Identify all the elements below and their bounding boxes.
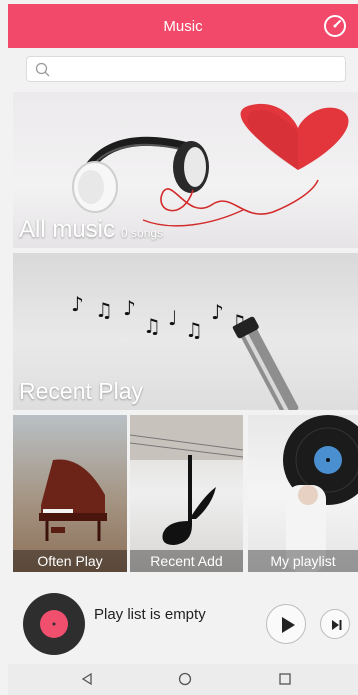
svg-text:♪: ♪ [71,292,84,316]
vinyl-image [283,415,358,572]
my-playlist-tile[interactable]: My playlist [248,415,358,572]
next-icon [332,620,342,630]
often-play-tile[interactable]: Often Play [13,415,127,572]
recent-play-tile[interactable]: ♪ ♫ ♪ ♫ ♩ ♫ ♪ ♫ Recent Play [13,253,358,410]
search-icon [35,62,50,77]
player-status: Play list is empty [94,606,206,623]
play-icon [282,617,295,633]
page-title: Music [163,17,203,35]
svg-text:♩: ♩ [168,306,177,330]
song-count: 0 songs [121,226,164,240]
often-play-label: Often Play [13,550,127,572]
album-disc-icon [23,593,85,655]
search-area [8,48,358,90]
svg-text:♪: ♪ [211,300,224,324]
search-input[interactable] [26,56,346,82]
mini-player: Play list is empty [8,575,358,663]
recent-add-label: Recent Add [130,550,243,572]
timer-icon[interactable] [322,13,348,39]
svg-text:♫: ♫ [143,314,161,338]
system-nav-bar [8,664,358,695]
back-icon[interactable] [80,672,94,686]
recent-add-tile[interactable]: Recent Add [130,415,243,572]
all-music-label: All music 0 songs [19,216,164,243]
my-playlist-label: My playlist [248,550,358,572]
svg-text:♪: ♪ [123,296,136,320]
svg-text:♫: ♫ [95,298,113,322]
recents-icon[interactable] [278,672,292,686]
guitar-note-image [130,415,243,545]
app-header: Music [8,4,358,48]
next-button[interactable] [320,609,350,639]
recent-play-label: Recent Play [19,378,144,404]
all-music-tile[interactable]: All music 0 songs [13,92,358,248]
home-icon[interactable] [178,672,192,686]
play-button[interactable] [266,604,306,644]
piano-image [39,459,107,541]
svg-text:♫: ♫ [185,318,203,342]
